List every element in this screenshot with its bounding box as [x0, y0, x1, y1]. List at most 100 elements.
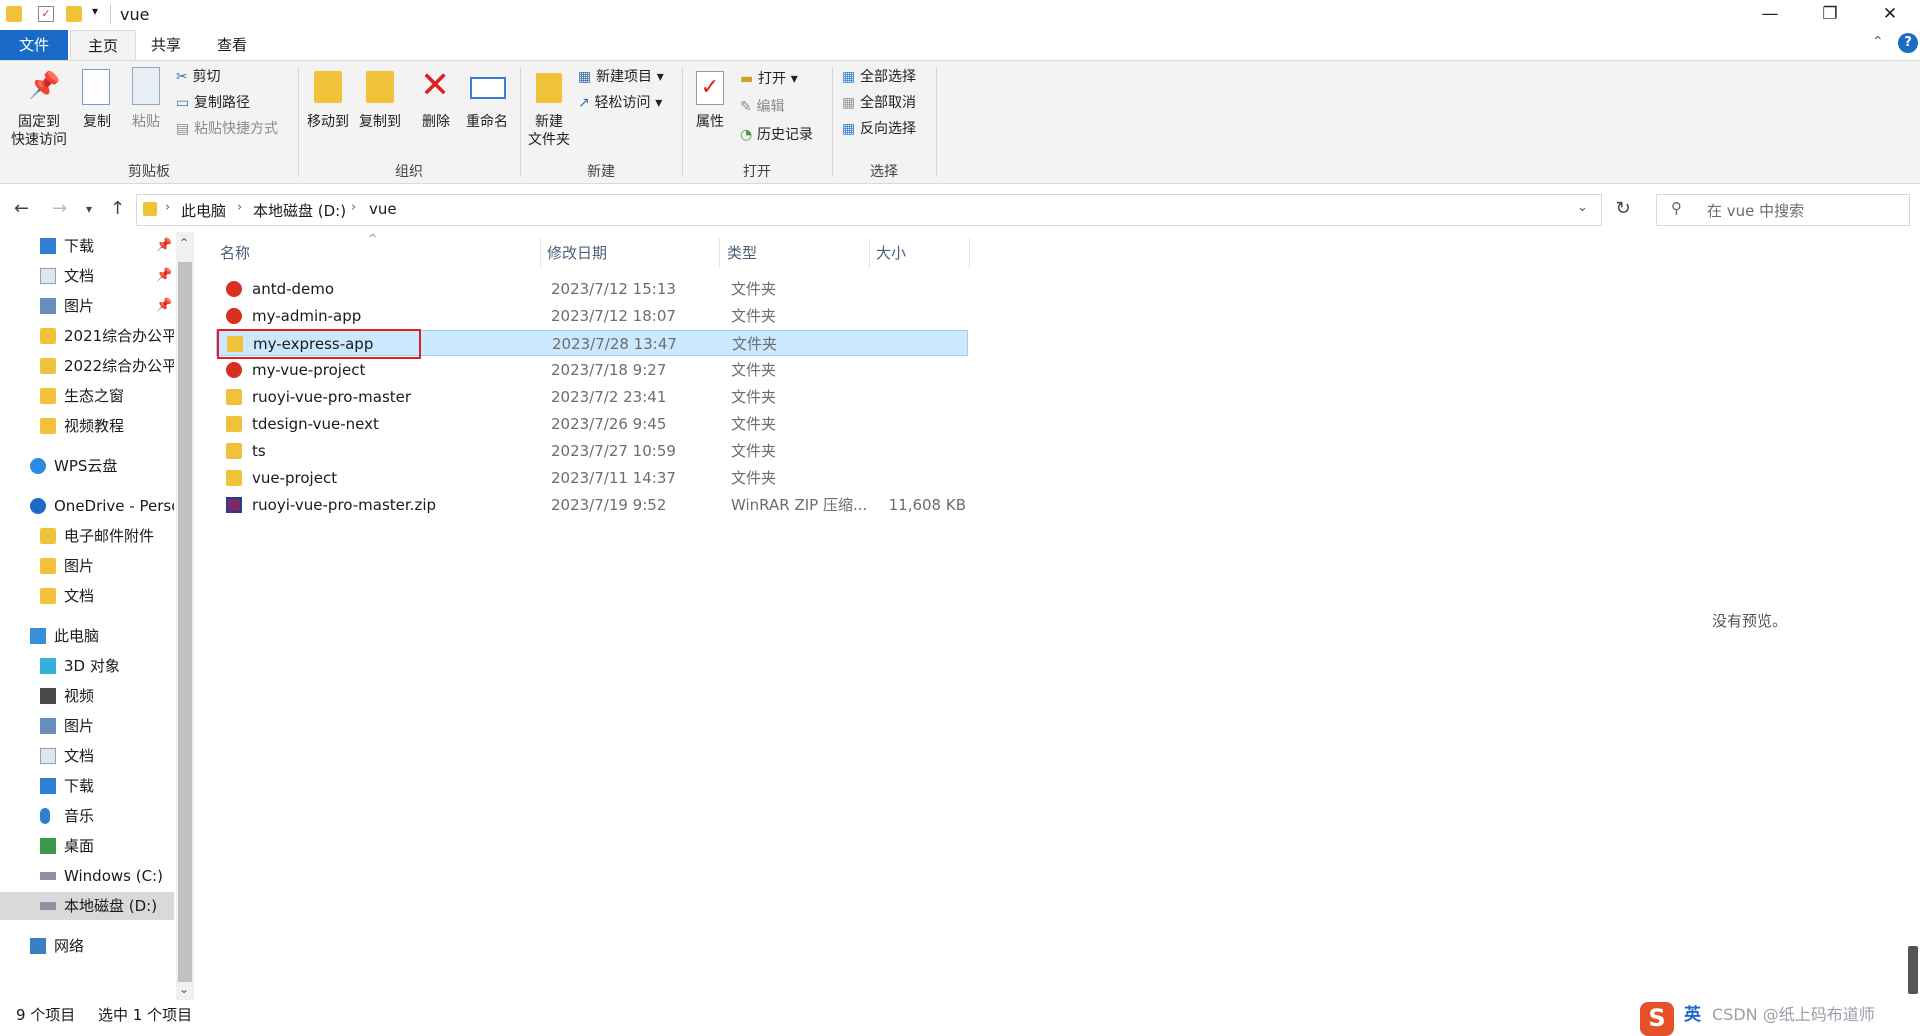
file-row[interactable]: ruoyi-vue-pro-master 2023/7/2 23:41 文件夹 — [216, 384, 968, 410]
sidebar-item[interactable]: 视频教程 — [0, 412, 174, 440]
file-row[interactable]: antd-demo 2023/7/12 15:13 文件夹 — [216, 276, 968, 302]
tab-home[interactable]: 主页 — [70, 30, 136, 60]
file-row[interactable]: ruoyi-vue-pro-master.zip 2023/7/19 9:52 Wi… — [216, 492, 968, 518]
file-row[interactable]: vue-project 2023/7/11 14:37 文件夹 — [216, 465, 968, 491]
sidebar-item[interactable]: 文档 📌 — [0, 262, 174, 290]
sidebar-item[interactable]: 图片 — [0, 712, 174, 740]
file-row[interactable]: my-admin-app 2023/7/12 18:07 文件夹 — [216, 303, 968, 329]
dropdown-arrow-icon: ▾ — [656, 69, 664, 85]
recent-locations-icon[interactable]: ▾ — [86, 202, 92, 216]
column-header-date[interactable]: 修改日期 — [547, 238, 717, 268]
breadcrumb-this-pc[interactable]: 此电脑 — [181, 200, 226, 221]
sidebar-item[interactable]: 图片 — [0, 552, 174, 580]
chevron-right-icon[interactable]: › — [165, 200, 170, 215]
new-folder-quick-icon[interactable] — [66, 6, 82, 22]
sidebar-item-label: 文档 — [64, 267, 95, 285]
properties-quick-icon[interactable]: ✓ — [38, 6, 54, 22]
file-row[interactable]: tdesign-vue-next 2023/7/26 9:45 文件夹 — [216, 411, 968, 437]
file-date: 2023/7/19 9:52 — [551, 496, 667, 514]
restore-button[interactable]: ❐ — [1800, 0, 1860, 30]
new-group-label: 新建 — [587, 164, 615, 180]
sidebar-item[interactable]: OneDrive - Perso — [0, 492, 174, 520]
cut-button[interactable]: ✂ 剪切 — [176, 67, 221, 86]
file-row[interactable]: my-vue-project 2023/7/18 9:27 文件夹 — [216, 357, 968, 383]
column-divider[interactable] — [969, 238, 970, 268]
sidebar-item[interactable]: 视频 — [0, 682, 174, 710]
forward-arrow-icon[interactable]: → — [52, 198, 67, 219]
sidebar-item[interactable]: 电子邮件附件 — [0, 522, 174, 550]
sidebar-item[interactable]: Windows (C:) — [0, 862, 174, 890]
preview-scroll-handle[interactable] — [1908, 946, 1918, 994]
sidebar-item[interactable]: 文档 — [0, 582, 174, 610]
file-row[interactable]: ts 2023/7/27 10:59 文件夹 — [216, 438, 968, 464]
close-button[interactable]: ✕ — [1860, 0, 1920, 30]
invert-selection-button[interactable]: ▦ 反向选择 — [842, 119, 916, 138]
tab-share[interactable]: 共享 — [140, 30, 192, 60]
ime-mode[interactable]: 英 — [1684, 1000, 1701, 1030]
new-item-button[interactable]: ▦ 新建项目 ▾ — [578, 67, 664, 86]
select-none-button[interactable]: ▦ 全部取消 — [842, 93, 916, 112]
minimize-button[interactable]: — — [1740, 0, 1800, 30]
refresh-icon[interactable]: ↻ — [1608, 194, 1638, 226]
select-all-button[interactable]: ▦ 全部选择 — [842, 67, 916, 86]
pin-to-quick-access-button[interactable]: 📌 固定到 快速访问 — [4, 65, 74, 155]
sidebar-item[interactable]: 文档 — [0, 742, 174, 770]
breadcrumb-drive-d[interactable]: 本地磁盘 (D:) — [253, 200, 346, 221]
sidebar-scrollbar-thumb[interactable] — [178, 262, 192, 982]
sidebar-item[interactable]: 音乐 — [0, 802, 174, 830]
sidebar-item[interactable]: 2022综合办公平 — [0, 352, 174, 380]
sidebar-item[interactable]: 下载 📌 — [0, 232, 174, 260]
breadcrumb-vue[interactable]: vue — [369, 200, 397, 218]
navigation-bar: ← → ▾ ↑ › 此电脑 › 本地磁盘 (D:) › vue ⌄ ↻ ⚲ 在 … — [0, 190, 1920, 230]
delete-button[interactable]: ✕ 删除 — [414, 65, 458, 155]
sidebar-item[interactable]: 此电脑 — [0, 622, 174, 650]
address-bar[interactable]: › 此电脑 › 本地磁盘 (D:) › vue ⌄ — [136, 194, 1602, 226]
chevron-right-icon[interactable]: › — [237, 200, 242, 215]
tab-view[interactable]: 查看 — [206, 30, 258, 60]
column-header-type[interactable]: 类型 — [727, 238, 867, 268]
paste-shortcut-button[interactable]: ▤ 粘贴快捷方式 — [176, 119, 278, 138]
file-type: 文件夹 — [731, 442, 777, 460]
sidebar-item[interactable]: 网络 — [0, 932, 174, 960]
sidebar-item[interactable]: 生态之窗 — [0, 382, 174, 410]
chevron-down-icon[interactable]: ⌄ — [1577, 200, 1588, 215]
edit-button[interactable]: ✎ 编辑 — [740, 97, 785, 116]
new-folder-button[interactable]: 新建 文件夹 — [524, 65, 574, 159]
tab-file[interactable]: 文件 — [0, 30, 68, 60]
sidebar-item[interactable]: WPS云盘 — [0, 452, 174, 480]
new-folder-icon — [536, 73, 562, 103]
open-button[interactable]: ▬ 打开 ▾ — [740, 69, 798, 88]
column-header-size[interactable]: 大小 — [876, 238, 976, 268]
sidebar-item[interactable]: 图片 📌 — [0, 292, 174, 320]
search-box[interactable]: ⚲ 在 vue 中搜索 — [1656, 194, 1910, 226]
column-divider[interactable] — [540, 238, 541, 268]
sidebar-item[interactable]: 下载 — [0, 772, 174, 800]
sogou-ime-icon[interactable]: S — [1640, 1002, 1674, 1036]
scroll-up-icon[interactable]: ⌃ — [179, 236, 189, 250]
move-to-button[interactable]: 移动到 — [302, 65, 354, 155]
sidebar-item[interactable]: 2021综合办公平 — [0, 322, 174, 350]
history-button[interactable]: ◔ 历史记录 — [740, 125, 813, 144]
paste-button[interactable]: 粘贴 — [126, 65, 166, 155]
sidebar-item[interactable]: 3D 对象 — [0, 652, 174, 680]
column-divider[interactable] — [719, 238, 720, 268]
copy-button[interactable]: 复制 — [78, 65, 116, 155]
sidebar-item-label: 本地磁盘 (D:) — [64, 897, 158, 915]
customize-toolbar-icon[interactable]: ▾ — [92, 4, 98, 18]
collapse-ribbon-icon[interactable]: ⌃ — [1872, 34, 1884, 50]
column-divider[interactable] — [869, 238, 870, 268]
scroll-down-icon[interactable]: ⌄ — [179, 982, 189, 996]
copy-path-button[interactable]: ▭ 复制路径 — [176, 93, 250, 112]
help-icon[interactable]: ? — [1898, 33, 1918, 53]
copy-to-button[interactable]: 复制到 — [354, 65, 406, 155]
up-arrow-icon[interactable]: ↑ — [110, 198, 125, 219]
back-arrow-icon[interactable]: ← — [14, 198, 29, 219]
sidebar-item[interactable]: 本地磁盘 (D:) — [0, 892, 174, 920]
document-icon — [40, 268, 56, 284]
easy-access-button[interactable]: ↗ 轻松访问 ▾ — [578, 93, 662, 112]
sidebar-item[interactable]: 桌面 — [0, 832, 174, 860]
rename-button[interactable]: 重命名 — [460, 65, 514, 155]
properties-button[interactable]: ✓ 属性 — [688, 65, 732, 155]
chevron-right-icon[interactable]: › — [351, 200, 356, 215]
column-header-name[interactable]: 名称 — [220, 238, 540, 268]
